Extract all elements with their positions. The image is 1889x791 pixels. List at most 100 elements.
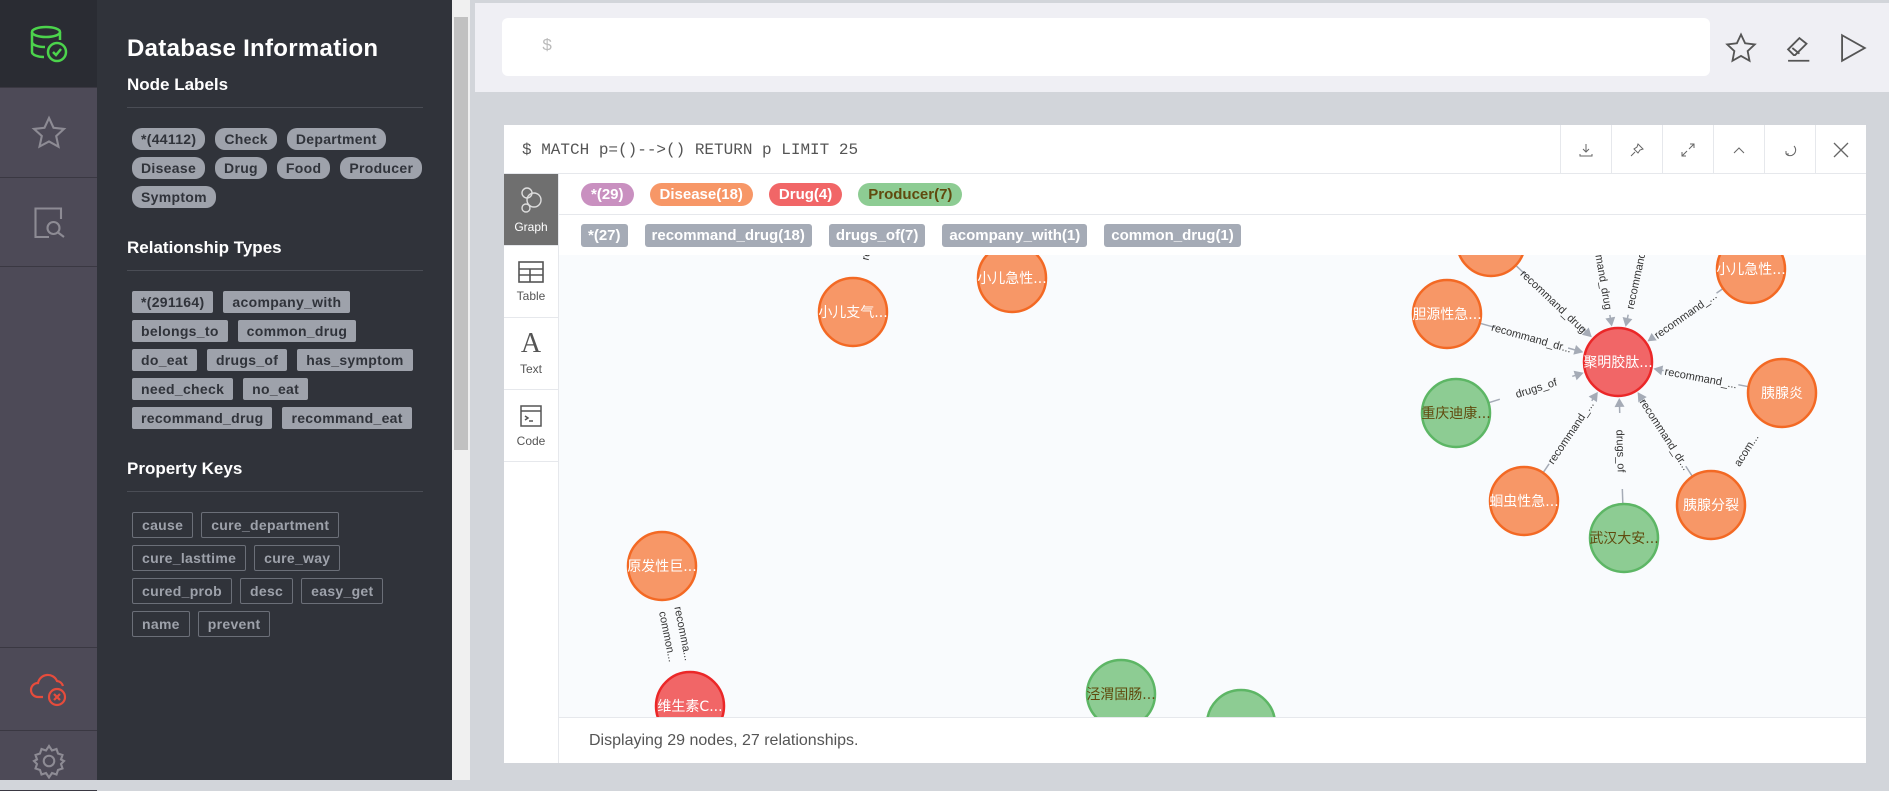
- settings-button[interactable]: [0, 731, 97, 791]
- property-key-chip[interactable]: cause: [132, 512, 194, 538]
- tab-graph[interactable]: Graph: [504, 174, 558, 246]
- node-legend-badge[interactable]: *(29): [581, 182, 634, 206]
- node-label-legend: *(29) Disease(18) Drug(4) Producer(7): [559, 174, 1866, 215]
- query-input[interactable]: $: [502, 18, 1710, 76]
- graph-node[interactable]: 武汉大安...: [1588, 502, 1660, 574]
- graph-node[interactable]: 重庆迪康...: [1420, 377, 1492, 449]
- connection-status-button[interactable]: [0, 647, 97, 731]
- tab-code[interactable]: Code: [504, 390, 558, 462]
- node-label-chip[interactable]: *(44112): [132, 128, 206, 150]
- relationship-legend-badge[interactable]: acompany_with(1): [942, 223, 1088, 247]
- relationship-type-chip[interactable]: recommand_eat: [282, 407, 412, 429]
- chevron-up-icon: [1733, 146, 1745, 153]
- expand-icon: [1681, 143, 1695, 156]
- node-label-chip[interactable]: Drug: [215, 157, 267, 179]
- graph-node[interactable]: 小儿急性...: [976, 255, 1048, 314]
- relationship-legend-badge[interactable]: *(27): [581, 223, 628, 247]
- relationship-type-chip[interactable]: acompany_with: [223, 291, 351, 313]
- node-caption: 胰腺分裂: [1683, 498, 1739, 514]
- node-label-chip[interactable]: Producer: [340, 157, 423, 179]
- documents-button[interactable]: [0, 178, 97, 267]
- graph-node[interactable]: 聚明胶肽...: [1582, 326, 1654, 398]
- graph-node[interactable]: 维生素C...: [654, 670, 726, 717]
- relationship-type-chip[interactable]: no_eat: [243, 378, 309, 400]
- property-key-chip[interactable]: cure_department: [201, 512, 340, 538]
- sidebar-scrollbar-thumb[interactable]: [454, 17, 468, 450]
- graph-node[interactable]: 胰腺分裂: [1675, 469, 1747, 541]
- graph-node[interactable]: 蛔虫性急...: [1488, 465, 1560, 537]
- relationship-legend-badge[interactable]: common_drug(1): [1104, 223, 1241, 247]
- close-frame-button[interactable]: [1815, 125, 1866, 174]
- pin-button[interactable]: [1611, 125, 1662, 174]
- relationship-edge[interactable]: drugs_of: [1612, 397, 1630, 505]
- relationship-edge[interactable]: recommand_...: [1647, 287, 1724, 343]
- relationship-legend-badge[interactable]: recommand_drug(18): [644, 223, 812, 247]
- relationship-edge[interactable]: recommand_...: [1653, 363, 1749, 392]
- node-caption: 聚明胶肽...: [1583, 354, 1652, 371]
- favorites-button[interactable]: [0, 88, 97, 178]
- graph-node[interactable]: 泾渭固肠...: [1085, 658, 1157, 717]
- node-label-chip[interactable]: Symptom: [132, 186, 216, 208]
- code-icon: [520, 404, 542, 427]
- relationship-type-chip[interactable]: has_symptom: [297, 349, 413, 371]
- icon-bar: [0, 0, 97, 791]
- relationship-edge[interactable]: recommand_...: [1542, 391, 1598, 474]
- run-play-icon[interactable]: [1835, 31, 1869, 65]
- relationship-type-chip[interactable]: common_drug: [237, 320, 357, 342]
- relationship-edge[interactable]: recommand_dr...: [1637, 392, 1694, 477]
- relationship-edge[interactable]: recommand_drug: [1515, 264, 1592, 338]
- download-button[interactable]: [1560, 125, 1611, 174]
- node-legend-badge[interactable]: Disease(18): [649, 182, 753, 206]
- graph-node[interactable]: [1206, 688, 1276, 717]
- graph-node[interactable]: 小儿支气...: [817, 276, 889, 348]
- relationship-edge[interactable]: drugs_of: [1488, 369, 1584, 406]
- node-legend-badge[interactable]: Drug(4): [768, 182, 843, 206]
- node-legend-badge[interactable]: Producer(7): [858, 182, 963, 206]
- node-label-chip[interactable]: Department: [286, 128, 386, 150]
- property-key-chip[interactable]: easy_get: [301, 578, 384, 604]
- graph-node[interactable]: [1457, 255, 1525, 278]
- pin-icon: [1630, 142, 1644, 156]
- property-key-chip[interactable]: cured_prob: [132, 578, 233, 604]
- node-caption: 原发性巨...: [627, 559, 696, 575]
- property-key-chip[interactable]: name: [132, 611, 190, 637]
- property-key-chip[interactable]: desc: [240, 578, 294, 604]
- relationship-type-chip[interactable]: do_eat: [132, 349, 197, 371]
- collapse-button[interactable]: [1713, 125, 1764, 174]
- graph-node[interactable]: 原发性巨...: [626, 530, 698, 602]
- relationship-edge[interactable]: recommand_dr...: [1479, 320, 1584, 356]
- relationship-type-chip[interactable]: recommand_drug: [132, 407, 273, 429]
- graph-canvas[interactable]: recommand_drug mmand_drug recommand_ recomm…: [559, 255, 1866, 717]
- relationship-edge[interactable]: mmand_drug: [1589, 255, 1617, 327]
- graph-node[interactable]: 胆源性急...: [1411, 278, 1483, 350]
- node-label-chip[interactable]: Disease: [132, 157, 206, 179]
- node-label-chip[interactable]: Food: [276, 157, 331, 179]
- relationship-type-chip[interactable]: belongs_to: [132, 320, 228, 342]
- relationship-edge[interactable]: recommand_: [1621, 255, 1652, 327]
- rerun-button[interactable]: [1764, 125, 1815, 174]
- relationship-type-chip[interactable]: drugs_of: [206, 349, 288, 371]
- favorite-query-star-icon[interactable]: [1724, 31, 1758, 65]
- node-labels-list: *(44112) Check Department Disease Drug Food Pr…: [127, 128, 427, 208]
- close-icon: [1833, 142, 1849, 157]
- property-key-chip[interactable]: cure_way: [254, 545, 341, 571]
- graph-node[interactable]: 胰腺炎: [1746, 357, 1818, 429]
- frame-query[interactable]: $ MATCH p=()-->() RETURN p LIMIT 25: [522, 141, 858, 159]
- gear-icon: [31, 743, 66, 779]
- database-button[interactable]: [0, 0, 97, 88]
- clear-eraser-icon[interactable]: [1781, 31, 1815, 65]
- database-info-panel: Database Information Node Labels *(44112…: [97, 0, 452, 780]
- property-key-chip[interactable]: prevent: [197, 611, 271, 637]
- relationship-type-chip[interactable]: *(291164): [132, 291, 214, 313]
- relationship-type-chip[interactable]: need_check: [132, 378, 234, 400]
- node-label-chip[interactable]: Check: [215, 128, 277, 150]
- query-prompt: $: [542, 37, 553, 56]
- graph-node[interactable]: 小儿急性...: [1715, 255, 1787, 305]
- relationship-legend-badge[interactable]: drugs_of(7): [828, 223, 926, 247]
- tab-text[interactable]: A Text: [504, 318, 558, 390]
- edge-label: drugs_of: [1514, 376, 1559, 401]
- property-key-chip[interactable]: cure_lasttime: [132, 545, 247, 571]
- tab-table[interactable]: Table: [504, 246, 558, 318]
- disconnected-icon: [29, 673, 66, 707]
- fullscreen-button[interactable]: [1662, 125, 1713, 174]
